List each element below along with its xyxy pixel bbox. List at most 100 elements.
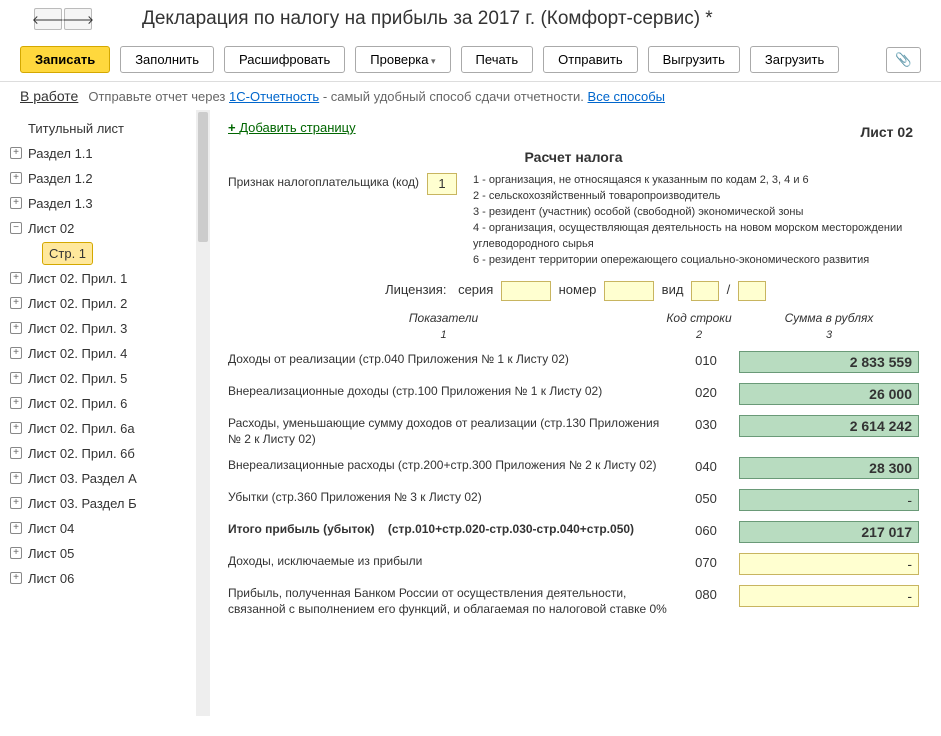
write-button[interactable]: Записать — [20, 46, 110, 73]
row-value-input[interactable]: 26 000 — [739, 383, 919, 405]
sidebar-item-label: Лист 05 — [28, 546, 74, 561]
calc-title: Расчет налога — [228, 149, 919, 165]
expand-icon[interactable] — [10, 397, 22, 409]
expand-icon[interactable] — [10, 197, 22, 209]
sidebar-item-15[interactable]: Лист 03. Раздел Б — [0, 491, 209, 516]
col-header-indicators: Показатели — [228, 311, 659, 325]
row-value-input[interactable]: 217 017 — [739, 521, 919, 543]
row-value-input[interactable]: 28 300 — [739, 457, 919, 479]
sidebar-item-0[interactable]: Титульный лист — [0, 116, 209, 141]
link-all-methods[interactable]: Все способы — [588, 89, 665, 104]
sidebar-item-label: Лист 02 — [28, 221, 74, 236]
row-label: Внереализационные доходы (стр.100 Прилож… — [228, 383, 673, 399]
expand-icon[interactable] — [10, 147, 22, 159]
row-code: 080 — [681, 585, 731, 602]
expand-icon[interactable] — [10, 347, 22, 359]
license-number-input[interactable] — [604, 281, 654, 301]
expand-icon[interactable] — [10, 447, 22, 459]
expand-icon[interactable] — [10, 422, 22, 434]
sidebar-item-1[interactable]: Раздел 1.1 — [0, 141, 209, 166]
sidebar-item-16[interactable]: Лист 04 — [0, 516, 209, 541]
status-inwork-link[interactable]: В работе — [20, 88, 78, 104]
expand-icon[interactable] — [10, 572, 22, 584]
link-1c[interactable]: 1С-Отчетность — [229, 89, 319, 104]
row-label: Прибыль, полученная Банком России от осу… — [228, 585, 673, 617]
col-header-sum: Сумма в рублях — [739, 311, 919, 325]
sidebar-item-label: Лист 02. Прил. 6 — [28, 396, 127, 411]
print-button[interactable]: Печать — [461, 46, 534, 73]
row-value-input[interactable] — [739, 553, 919, 575]
fill-button[interactable]: Заполнить — [120, 46, 214, 73]
sidebar-item-label: Раздел 1.3 — [28, 196, 93, 211]
expand-icon[interactable] — [10, 272, 22, 284]
sidebar-item-10[interactable]: Лист 02. Прил. 5 — [0, 366, 209, 391]
expand-icon[interactable] — [10, 372, 22, 384]
expand-icon[interactable] — [10, 472, 22, 484]
row-value-input[interactable] — [739, 585, 919, 607]
sidebar-item-label: Лист 03. Раздел А — [28, 471, 137, 486]
row-label: Убытки (стр.360 Приложения № 3 к Листу 0… — [228, 489, 673, 505]
decrypt-button[interactable]: Расшифровать — [224, 46, 345, 73]
expand-icon[interactable] — [10, 172, 22, 184]
sidebar-scrollbar[interactable] — [196, 110, 210, 716]
import-button[interactable]: Загрузить — [750, 46, 839, 73]
sidebar-item-label: Лист 04 — [28, 521, 74, 536]
send-button[interactable]: Отправить — [543, 46, 637, 73]
taxpayer-label: Признак налогоплательщика (код) — [228, 173, 419, 189]
sidebar-item-6[interactable]: Лист 02. Прил. 1 — [0, 266, 209, 291]
attach-button[interactable]: 📎 — [886, 47, 921, 73]
license-type-input[interactable] — [691, 281, 719, 301]
sidebar-item-4[interactable]: Лист 02 — [0, 216, 209, 241]
add-page-link[interactable]: Добавить страницу — [228, 120, 356, 135]
expand-icon[interactable] — [10, 522, 22, 534]
sidebar-item-label: Лист 02. Прил. 6а — [28, 421, 135, 436]
sidebar-item-2[interactable]: Раздел 1.2 — [0, 166, 209, 191]
row-code: 070 — [681, 553, 731, 570]
expand-icon[interactable] — [10, 322, 22, 334]
content-area: Добавить страницу Лист 02 Расчет налога … — [210, 110, 941, 716]
check-button[interactable]: Проверка — [355, 46, 450, 73]
sidebar-item-3[interactable]: Раздел 1.3 — [0, 191, 209, 216]
data-row-080: Прибыль, полученная Банком России от осу… — [228, 585, 919, 617]
sidebar-item-5[interactable]: Стр. 1 — [42, 242, 93, 265]
collapse-icon[interactable] — [10, 222, 22, 234]
nav-forward-button[interactable]: 🡒 — [64, 8, 92, 30]
sidebar-item-label: Лист 03. Раздел Б — [28, 496, 137, 511]
sidebar-item-label: Лист 02. Прил. 2 — [28, 296, 127, 311]
expand-icon[interactable] — [10, 547, 22, 559]
nav-back-button[interactable]: 🡐 — [34, 8, 62, 30]
expand-icon[interactable] — [10, 497, 22, 509]
sheet-label: Лист 02 — [860, 124, 913, 140]
license-row: Лицензия: серия номер вид / — [228, 281, 919, 301]
sidebar-item-17[interactable]: Лист 05 — [0, 541, 209, 566]
sidebar-item-7[interactable]: Лист 02. Прил. 2 — [0, 291, 209, 316]
row-code: 050 — [681, 489, 731, 506]
row-code: 020 — [681, 383, 731, 400]
paperclip-icon: 📎 — [895, 52, 912, 67]
row-code: 030 — [681, 415, 731, 432]
sidebar-item-label: Лист 02. Прил. 5 — [28, 371, 127, 386]
sidebar-item-11[interactable]: Лист 02. Прил. 6 — [0, 391, 209, 416]
sidebar-item-18[interactable]: Лист 06 — [0, 566, 209, 591]
row-code: 040 — [681, 457, 731, 474]
sidebar-item-12[interactable]: Лист 02. Прил. 6а — [0, 416, 209, 441]
sidebar-item-13[interactable]: Лист 02. Прил. 6б — [0, 441, 209, 466]
sidebar-item-14[interactable]: Лист 03. Раздел А — [0, 466, 209, 491]
license-series-input[interactable] — [501, 281, 551, 301]
sidebar-item-9[interactable]: Лист 02. Прил. 4 — [0, 341, 209, 366]
sidebar-item-label: Титульный лист — [28, 121, 124, 136]
export-button[interactable]: Выгрузить — [648, 46, 740, 73]
row-label: Доходы от реализации (стр.040 Приложения… — [228, 351, 673, 367]
data-row-020: Внереализационные доходы (стр.100 Прилож… — [228, 383, 919, 405]
sidebar-item-8[interactable]: Лист 02. Прил. 3 — [0, 316, 209, 341]
row-value-input[interactable]: 2 614 242 — [739, 415, 919, 437]
row-value-input[interactable] — [739, 489, 919, 511]
page-title: Декларация по налогу на прибыль за 2017 … — [142, 8, 713, 30]
expand-icon[interactable] — [10, 297, 22, 309]
row-label: Итого прибыль (убыток) (стр.010+стр.020-… — [228, 521, 673, 537]
license-sub-input[interactable] — [738, 281, 766, 301]
sidebar-item-label: Лист 02. Прил. 3 — [28, 321, 127, 336]
taxpayer-code-input[interactable]: 1 — [427, 173, 457, 195]
row-label: Доходы, исключаемые из прибыли — [228, 553, 673, 569]
row-value-input[interactable]: 2 833 559 — [739, 351, 919, 373]
